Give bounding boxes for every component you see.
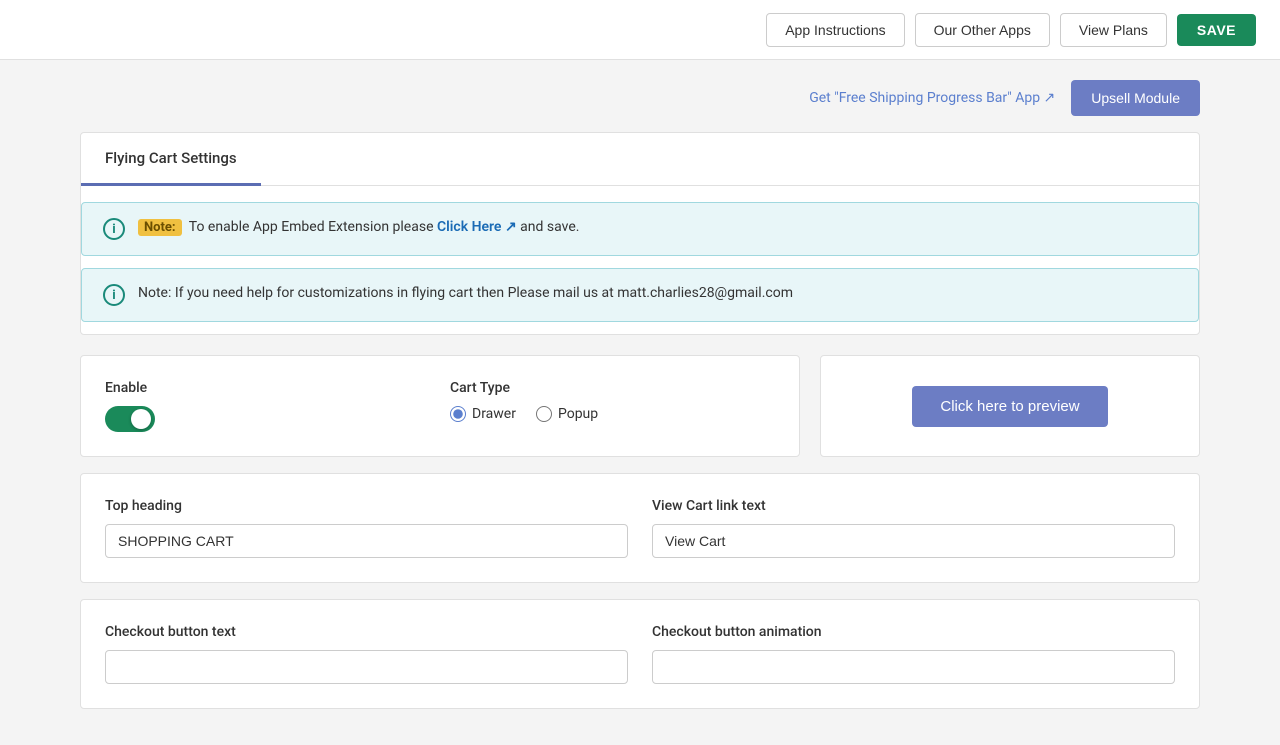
upsell-row: Get "Free Shipping Progress Bar" App ↗ U… (80, 80, 1200, 116)
checkout-button-text-field: Checkout button text (105, 624, 628, 684)
tabs-header: Flying Cart Settings (81, 133, 1199, 186)
checkout-animation-field: Checkout button animation (652, 624, 1175, 684)
checkout-button-text-input[interactable] (105, 650, 628, 684)
save-button[interactable]: SAVE (1177, 14, 1256, 46)
free-shipping-link[interactable]: Get "Free Shipping Progress Bar" App ↗ (809, 90, 1055, 106)
top-heading-field: Top heading (105, 498, 628, 558)
app-instructions-button[interactable]: App Instructions (766, 13, 904, 47)
toggle-switch[interactable] (105, 406, 155, 432)
tab-flying-cart-settings[interactable]: Flying Cart Settings (81, 133, 261, 186)
notice-customization-text: Note: If you need help for customization… (138, 283, 793, 304)
cart-type-section: Cart Type Drawer Popup (450, 380, 775, 422)
upsell-module-button[interactable]: Upsell Module (1071, 80, 1200, 116)
checkout-panel: Checkout button text Checkout button ani… (80, 599, 1200, 709)
checkout-animation-label: Checkout button animation (652, 624, 1175, 640)
checkout-button-text-label: Checkout button text (105, 624, 628, 640)
info-icon-2: i (102, 283, 126, 307)
enable-label: Enable (105, 380, 430, 396)
settings-row: Enable Cart Type (80, 355, 1200, 457)
enable-section: Enable (105, 380, 430, 432)
info-icon: i (102, 217, 126, 241)
top-heading-input[interactable] (105, 524, 628, 558)
tabs-card: Flying Cart Settings i Note: To enable A… (80, 132, 1200, 335)
popup-label: Popup (558, 406, 598, 422)
drawer-radio[interactable] (450, 406, 466, 422)
view-plans-button[interactable]: View Plans (1060, 13, 1167, 47)
note-badge: Note: (138, 219, 182, 236)
notice-customization: i Note: If you need help for customizati… (81, 268, 1199, 322)
notice-section: i Note: To enable App Embed Extension pl… (81, 186, 1199, 322)
checkout-fields-row: Checkout button text Checkout button ani… (105, 624, 1175, 684)
notice-embed-before: To enable App Embed Extension please (189, 219, 434, 235)
svg-text:i: i (112, 222, 115, 237)
svg-text:i: i (112, 288, 115, 303)
app-header: App Instructions Our Other Apps View Pla… (0, 0, 1280, 60)
view-cart-link-field: View Cart link text (652, 498, 1175, 558)
cart-type-label: Cart Type (450, 380, 775, 396)
enable-cart-row: Enable Cart Type (105, 380, 775, 432)
toggle-thumb (131, 409, 151, 429)
main-content: Get "Free Shipping Progress Bar" App ↗ U… (40, 60, 1240, 745)
toggle-track (105, 406, 155, 432)
enable-toggle[interactable] (105, 406, 430, 432)
checkout-animation-input[interactable] (652, 650, 1175, 684)
preview-button[interactable]: Click here to preview (912, 386, 1107, 427)
view-cart-link-label: View Cart link text (652, 498, 1175, 514)
popup-radio[interactable] (536, 406, 552, 422)
preview-panel: Click here to preview (820, 355, 1200, 457)
our-other-apps-button[interactable]: Our Other Apps (915, 13, 1050, 47)
top-heading-label: Top heading (105, 498, 628, 514)
fields-row: Top heading View Cart link text (105, 498, 1175, 558)
notice-embed-extension: i Note: To enable App Embed Extension pl… (81, 202, 1199, 256)
popup-radio-label[interactable]: Popup (536, 406, 598, 422)
drawer-label: Drawer (472, 406, 516, 422)
cart-type-radio-group: Drawer Popup (450, 406, 775, 422)
click-here-link[interactable]: Click Here ↗ (437, 219, 517, 235)
drawer-radio-label[interactable]: Drawer (450, 406, 516, 422)
view-cart-link-input[interactable] (652, 524, 1175, 558)
enable-cart-panel: Enable Cart Type (80, 355, 800, 457)
notice-embed-after: and save. (520, 219, 579, 235)
notice-embed-text: Note: To enable App Embed Extension plea… (138, 217, 579, 238)
text-fields-panel: Top heading View Cart link text (80, 473, 1200, 583)
